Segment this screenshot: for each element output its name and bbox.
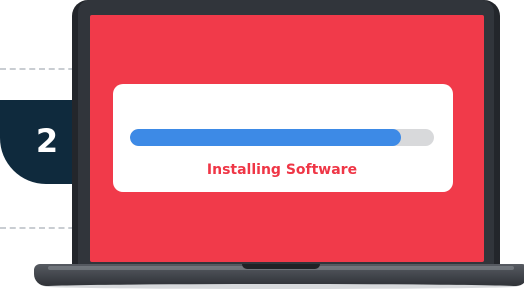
laptop-shadow <box>44 284 518 289</box>
progress-fill <box>130 129 401 146</box>
progress-bar <box>130 129 434 146</box>
install-status-text: Installing Software <box>206 162 358 178</box>
laptop-notch <box>242 264 320 269</box>
step-number: 2 <box>35 122 59 160</box>
illustration: 2 Installing Software <box>0 0 524 291</box>
